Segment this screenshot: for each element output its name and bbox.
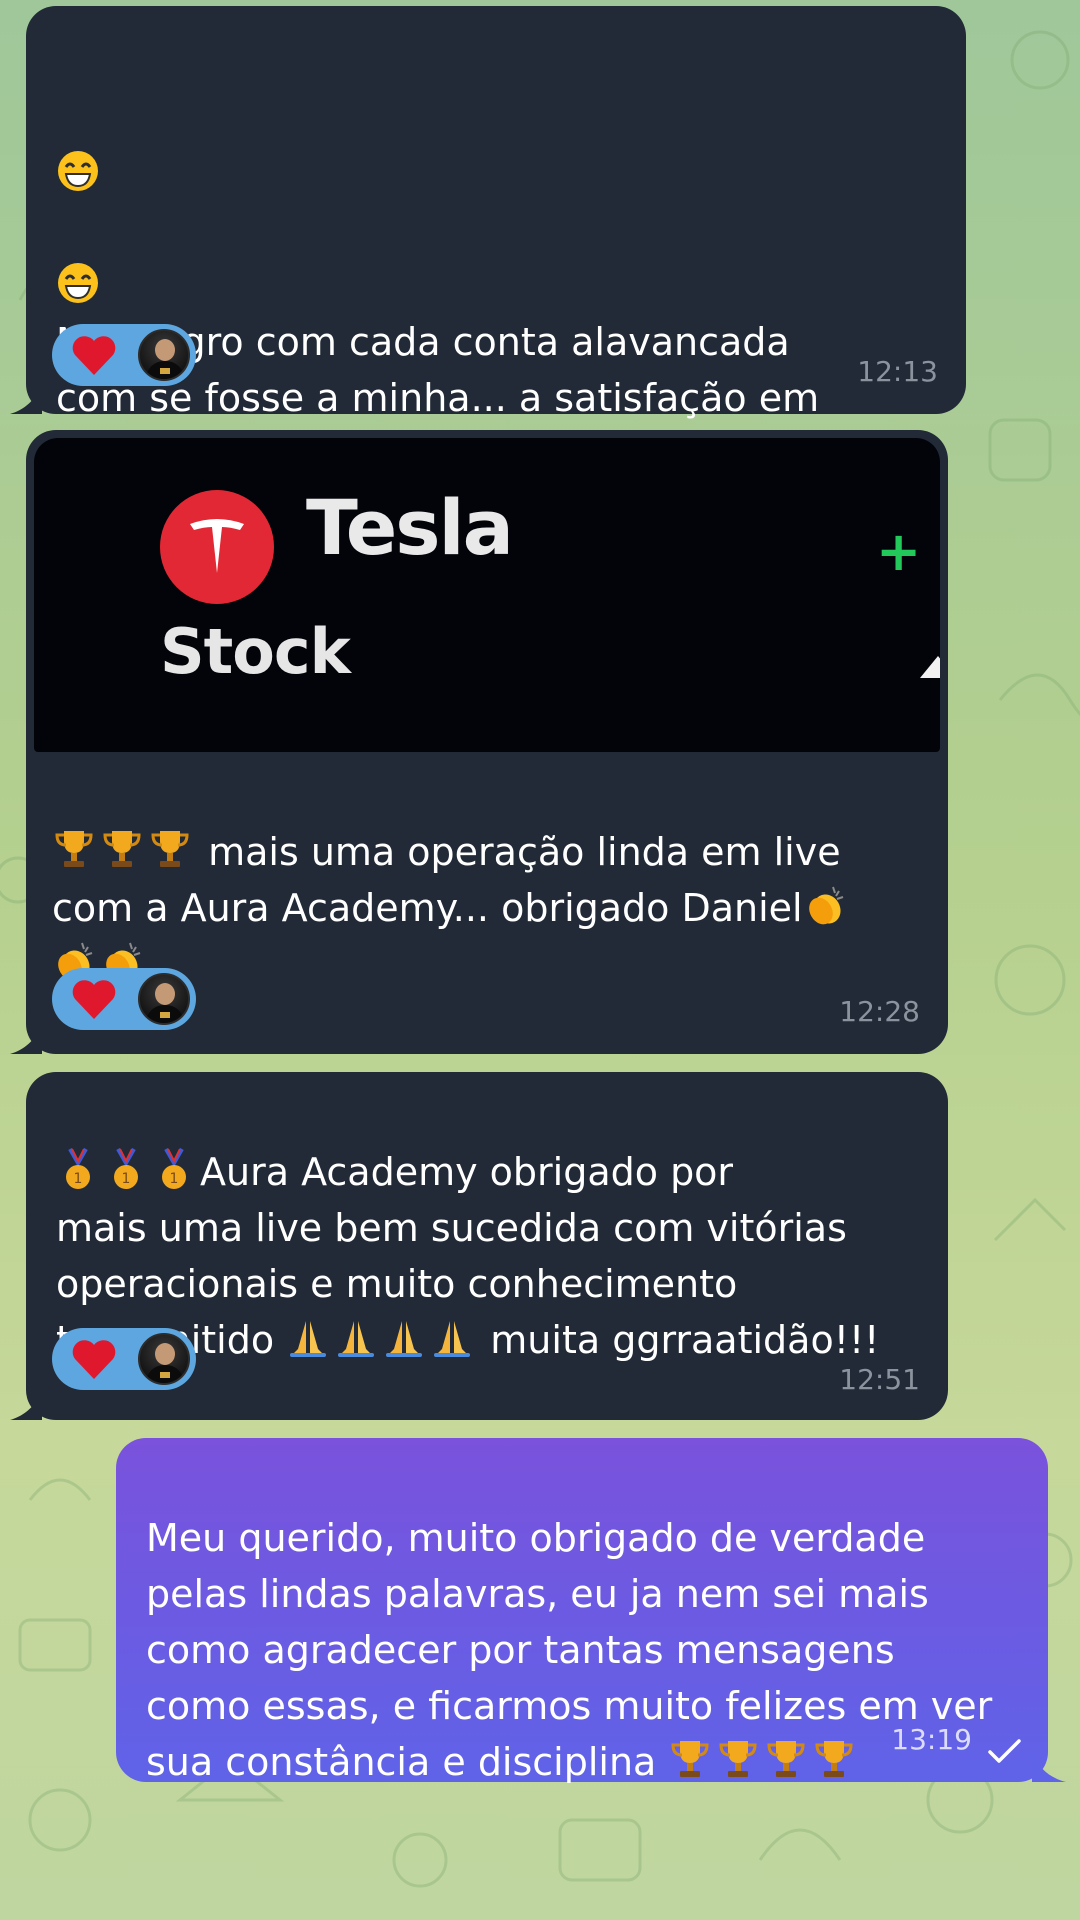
message-time: 12:13 xyxy=(857,355,938,388)
pray-emoji-icon xyxy=(430,1318,478,1362)
medal-emoji-icon: 1 xyxy=(104,1148,152,1194)
trophy-emoji-icon xyxy=(812,1740,860,1784)
pray-emoji-icon xyxy=(334,1318,382,1362)
tesla-logo-icon xyxy=(160,490,274,604)
trophy-emoji-icon xyxy=(668,1740,716,1784)
svg-text:1: 1 xyxy=(122,1171,131,1187)
brand-name: Tesla xyxy=(306,483,514,572)
message-time: 12:51 xyxy=(839,1363,920,1396)
change-sign: + xyxy=(876,520,922,583)
message-bubble-incoming[interactable]: Me alegro com cada conta alavancada com … xyxy=(10,6,966,588)
grin-emoji-icon xyxy=(56,151,104,196)
bubble-tail xyxy=(1032,1752,1066,1782)
message-text: mais uma operação linda em live com a Au… xyxy=(52,768,932,992)
message-4-text: Meu querido, muito obrigado de verdade p… xyxy=(146,1516,993,1784)
bubble-tail xyxy=(10,1390,42,1420)
bubble-tail xyxy=(10,384,42,414)
message-text: 1 1 1 Aura Academy obrigado por mais uma li… xyxy=(56,1088,936,1368)
trophy-emoji-icon xyxy=(148,830,196,874)
trophy-emoji-icon xyxy=(716,1740,764,1784)
up-triangle-icon xyxy=(920,656,940,678)
checkmark-icon xyxy=(988,1739,1021,1763)
medal-emoji-icon: 1 xyxy=(56,1148,104,1194)
reaction-heart-pill[interactable] xyxy=(52,1328,196,1390)
grin-emoji-icon xyxy=(56,263,104,308)
message-3-text-tail: muita ggrraatidão!!! xyxy=(490,1318,880,1362)
message-time: 12:28 xyxy=(839,995,920,1028)
bubble-tail xyxy=(10,1024,42,1054)
trophy-emoji-icon xyxy=(52,830,100,874)
heart-icon xyxy=(72,1340,116,1379)
heart-icon xyxy=(72,336,116,375)
stock-label: Stock xyxy=(160,615,351,688)
pray-emoji-icon xyxy=(286,1318,334,1362)
trophy-emoji-icon xyxy=(764,1740,812,1784)
reactor-avatar xyxy=(138,1333,190,1385)
tesla-stock-image[interactable]: Tesla Stock + xyxy=(34,438,940,752)
reaction-heart-pill[interactable] xyxy=(52,968,196,1030)
message-bubble-incoming[interactable]: 1 1 1 Aura Academy obrigado por mais uma li… xyxy=(10,1072,948,1420)
svg-text:1: 1 xyxy=(74,1171,83,1187)
pray-emoji-icon xyxy=(382,1318,430,1362)
svg-text:1: 1 xyxy=(170,1171,179,1187)
message-bubble-incoming-image[interactable]: Tesla Stock + mais uma operação linda em… xyxy=(10,430,948,1054)
reactor-avatar xyxy=(138,973,190,1025)
message-time: 13:19 xyxy=(891,1723,972,1756)
trophy-emoji-icon xyxy=(100,830,148,874)
reaction-heart-pill[interactable] xyxy=(52,324,196,386)
message-bubble-outgoing[interactable]: Meu querido, muito obrigado de verdade p… xyxy=(116,1438,1066,1784)
medal-emoji-icon: 1 xyxy=(152,1148,200,1194)
clap-emoji-icon xyxy=(803,886,851,930)
reactor-avatar xyxy=(138,329,190,381)
heart-icon xyxy=(72,980,116,1019)
